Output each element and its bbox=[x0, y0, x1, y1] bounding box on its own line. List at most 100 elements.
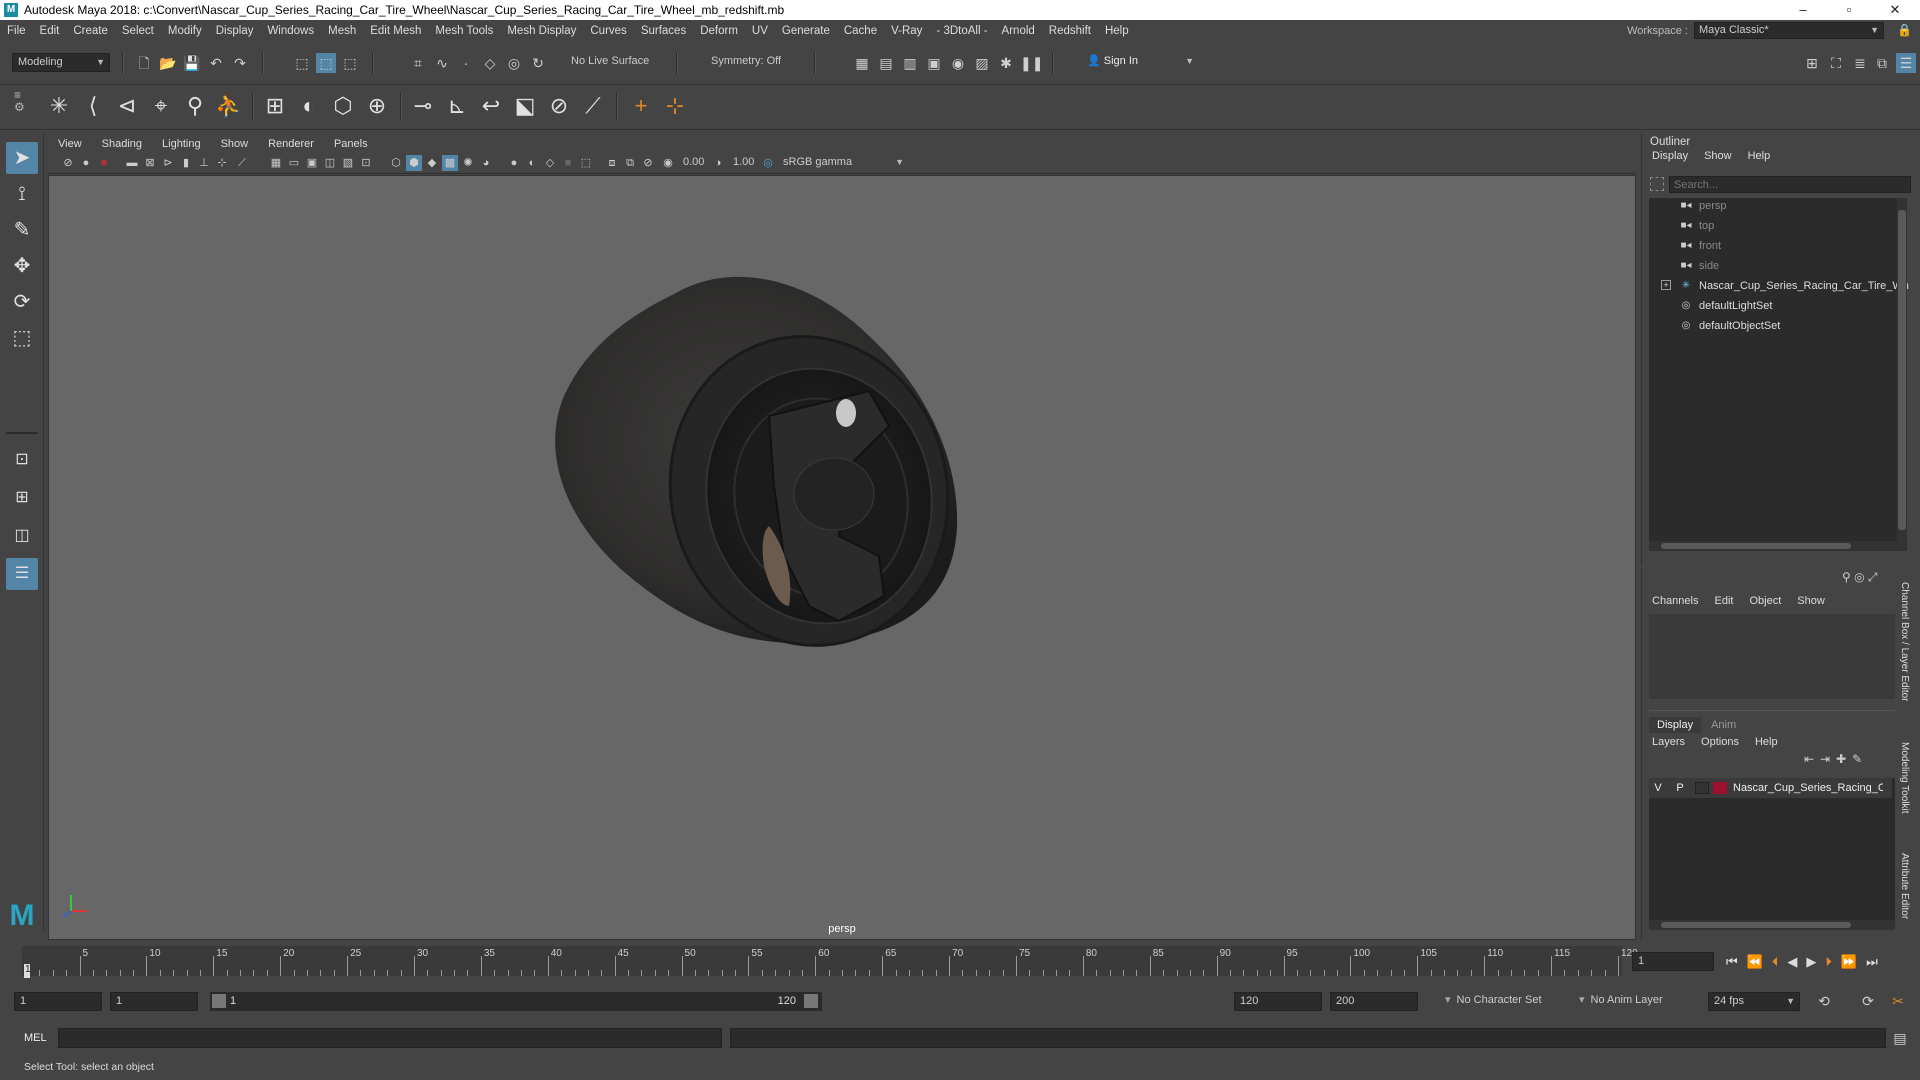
layer-buttons-icon[interactable]: ⇤⇥✚✎ bbox=[1804, 752, 1868, 766]
gamma-icon[interactable]: ◑ bbox=[710, 155, 726, 171]
outliner-item-default-object-set[interactable]: ◎ defaultObjectSet bbox=[1679, 318, 1781, 334]
menu-mesh-tools[interactable]: Mesh Tools bbox=[428, 25, 500, 37]
layers-menu[interactable]: Layers bbox=[1644, 736, 1693, 748]
open-scene-icon[interactable]: 📂 bbox=[158, 53, 178, 73]
xray-joints-icon[interactable]: ◆ bbox=[424, 155, 440, 171]
animation-start-field[interactable]: 1 bbox=[14, 992, 102, 1011]
channels-object-menu[interactable]: Object bbox=[1741, 595, 1789, 607]
camera-attributes-icon[interactable]: ⊘ bbox=[60, 155, 76, 171]
viewport-menu-panels[interactable]: Panels bbox=[324, 138, 378, 150]
script-editor-icon[interactable]: ▤ bbox=[1890, 1028, 1910, 1048]
auto-key-icon[interactable]: ⟳ bbox=[1858, 991, 1878, 1011]
outliner-item-top[interactable]: ■◂ top bbox=[1679, 218, 1714, 234]
resolution-gate-icon[interactable]: ⊹ bbox=[214, 155, 230, 171]
constraint-orient-icon[interactable]: ↩ bbox=[476, 89, 506, 123]
tab-anim[interactable]: Anim bbox=[1701, 717, 1746, 733]
menu-arnold[interactable]: Arnold bbox=[995, 25, 1042, 37]
channels-menu[interactable]: Channels bbox=[1644, 595, 1706, 607]
viewport-menu-shading[interactable]: Shading bbox=[92, 138, 152, 150]
select-by-hierarchy-icon[interactable]: ⬚ bbox=[292, 53, 312, 73]
layers-help-menu[interactable]: Help bbox=[1747, 736, 1786, 748]
viewport-menu-renderer[interactable]: Renderer bbox=[258, 138, 324, 150]
channels-edit-menu[interactable]: Edit bbox=[1706, 595, 1741, 607]
lock-camera-icon[interactable]: ● bbox=[78, 155, 94, 171]
depth-of-field-icon[interactable]: ◐ bbox=[524, 155, 540, 171]
annotation-icon[interactable]: ⊹ bbox=[660, 89, 690, 123]
live-surface-field[interactable]: No Live Surface bbox=[566, 53, 666, 72]
bind-skin-icon[interactable]: ⌖ bbox=[146, 89, 176, 123]
outliner-item-tire-group[interactable]: ✳ Nascar_Cup_Series_Racing_Car_Tire_Wh bbox=[1679, 278, 1909, 294]
menu-curves[interactable]: Curves bbox=[583, 25, 633, 37]
time-slider-track[interactable]: 5 10 15 20 25 30 35 40 45 50 55 60 65 70 75 80 85 90 95 100… bbox=[22, 946, 1638, 976]
outliner-item-default-light-set[interactable]: ◎ defaultLightSet bbox=[1679, 298, 1773, 314]
outliner-layout-icon[interactable]: ☰ bbox=[6, 558, 38, 590]
render-current-frame-icon[interactable]: ▦ bbox=[852, 53, 872, 73]
menu-deform[interactable]: Deform bbox=[693, 25, 745, 37]
symmetry-selector[interactable]: Symmetry: Off bbox=[706, 53, 806, 72]
safe-action-icon[interactable]: ⧉ bbox=[622, 155, 638, 171]
persp-outliner-layout-icon[interactable]: ◫ bbox=[6, 520, 38, 552]
layer-hscrollbar[interactable] bbox=[1649, 920, 1902, 930]
viewport-menu-view[interactable]: View bbox=[48, 138, 92, 150]
step-forward-key-icon[interactable]: ⏩ bbox=[1841, 954, 1866, 970]
hud-icon[interactable]: ■ bbox=[560, 155, 576, 171]
snap-grid-icon[interactable]: ⌗ bbox=[408, 53, 428, 73]
menu-windows[interactable]: Windows bbox=[260, 25, 321, 37]
color-management-icon[interactable]: ◎ bbox=[760, 155, 776, 171]
menu-vray[interactable]: V-Ray bbox=[884, 25, 929, 37]
viewport-menu-show[interactable]: Show bbox=[211, 138, 259, 150]
layer-visibility-toggle[interactable]: V bbox=[1649, 782, 1667, 794]
layer-playback-toggle[interactable]: P bbox=[1671, 782, 1689, 794]
layers-options-menu[interactable]: Options bbox=[1693, 736, 1747, 748]
menu-3dtoall[interactable]: - 3DtoAll - bbox=[929, 25, 994, 37]
outliner-menu-display[interactable]: Display bbox=[1644, 150, 1696, 162]
human-ik-icon[interactable]: ⛹ bbox=[214, 89, 244, 123]
loop-icon[interactable]: ⟲ bbox=[1814, 991, 1834, 1011]
paint-select-tool-icon[interactable]: ✎ bbox=[6, 214, 38, 246]
search-options-icon[interactable] bbox=[1650, 177, 1664, 191]
character-set-selector[interactable]: ▾ No Character Set bbox=[1440, 992, 1568, 1011]
color-space-selector[interactable]: sRGB gamma ▼ bbox=[778, 154, 908, 173]
grease-pencil-icon[interactable]: ⊳ bbox=[160, 155, 176, 171]
outliner-menu-help[interactable]: Help bbox=[1740, 150, 1779, 162]
rotate-tool-icon[interactable]: ⟳ bbox=[6, 286, 38, 318]
joint-tool-icon[interactable]: ✳ bbox=[44, 89, 74, 123]
exposure-icon[interactable]: ◉ bbox=[660, 155, 676, 171]
snap-view-plane-icon[interactable]: ◇ bbox=[480, 53, 500, 73]
select-tool-icon[interactable]: ➤ bbox=[6, 142, 38, 174]
render-settings-icon[interactable]: ▥ bbox=[900, 53, 920, 73]
ik-spline-icon[interactable]: ⊲ bbox=[112, 89, 142, 123]
viewport-persp[interactable]: persp bbox=[48, 175, 1636, 940]
gate-mask-icon[interactable]: ⟋ bbox=[234, 155, 250, 171]
maximize-button[interactable]: ▫ bbox=[1826, 0, 1872, 20]
go-to-start-icon[interactable]: ⏮ bbox=[1726, 954, 1747, 970]
menu-surfaces[interactable]: Surfaces bbox=[634, 25, 693, 37]
backface-culling-icon[interactable]: ▩ bbox=[442, 155, 458, 171]
menu-create[interactable]: Create bbox=[66, 25, 115, 37]
wireframe-icon[interactable]: ▦ bbox=[268, 155, 284, 171]
menu-display[interactable]: Display bbox=[209, 25, 261, 37]
menu-mesh[interactable]: Mesh bbox=[321, 25, 363, 37]
bookmark-icon[interactable]: ■ bbox=[96, 155, 112, 171]
grid-toggle-icon[interactable]: ▮ bbox=[178, 155, 194, 171]
menu-file[interactable]: File bbox=[0, 25, 33, 37]
scale-tool-icon[interactable]: ⬚ bbox=[6, 322, 38, 354]
soft-mod-icon[interactable]: ⊕ bbox=[362, 89, 392, 123]
modeling-toolkit-icon[interactable]: ⊞ bbox=[1802, 53, 1822, 73]
wireframe-on-shaded-icon[interactable]: ▣ bbox=[304, 155, 320, 171]
layer-type-toggle[interactable] bbox=[1695, 782, 1709, 794]
constraint-scale-icon[interactable]: ⬕ bbox=[510, 89, 540, 123]
step-forward-frame-icon[interactable]: ⏵ bbox=[1825, 954, 1841, 970]
menu-uv[interactable]: UV bbox=[745, 25, 775, 37]
mel-label[interactable]: MEL bbox=[24, 1032, 47, 1044]
save-scene-icon[interactable]: 💾 bbox=[182, 53, 202, 73]
animation-end-field[interactable]: 200 bbox=[1330, 992, 1418, 1011]
screen-space-icon[interactable]: ◇ bbox=[542, 155, 558, 171]
channel-box-tools-icon[interactable]: ⚲ ◎ ⤢ bbox=[1842, 570, 1878, 585]
2d-pan-zoom-icon[interactable]: ⊠ bbox=[142, 155, 158, 171]
snap-rotate-icon[interactable]: ↻ bbox=[528, 53, 548, 73]
select-by-object-icon[interactable]: ⬚ bbox=[316, 53, 336, 73]
outliner-item-side[interactable]: ■◂ side bbox=[1679, 258, 1719, 274]
playback-end-field[interactable]: 120 bbox=[1234, 992, 1322, 1011]
light-editor-icon[interactable]: ✱ bbox=[996, 53, 1016, 73]
